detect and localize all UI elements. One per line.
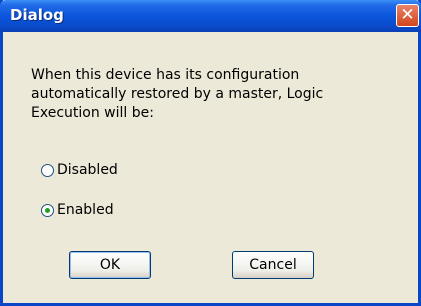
close-button[interactable]: ✕ [396, 4, 419, 27]
window-title: Dialog [10, 6, 64, 24]
radio-button-enabled[interactable] [41, 203, 54, 217]
radio-label-enabled: Enabled [57, 202, 114, 218]
title-bar[interactable]: Dialog ✕ [0, 0, 421, 32]
radio-label-disabled: Disabled [57, 162, 118, 178]
cancel-button[interactable]: Cancel [232, 251, 314, 279]
radio-button-disabled[interactable] [41, 163, 54, 177]
ok-button[interactable]: OK [69, 251, 151, 279]
radio-enabled[interactable]: Enabled [41, 202, 114, 218]
dialog-window: Dialog ✕ When this device has its config… [0, 0, 421, 306]
dialog-message: When this device has its configuration a… [31, 67, 324, 121]
radio-disabled[interactable]: Disabled [41, 162, 118, 178]
close-icon: ✕ [400, 5, 415, 25]
